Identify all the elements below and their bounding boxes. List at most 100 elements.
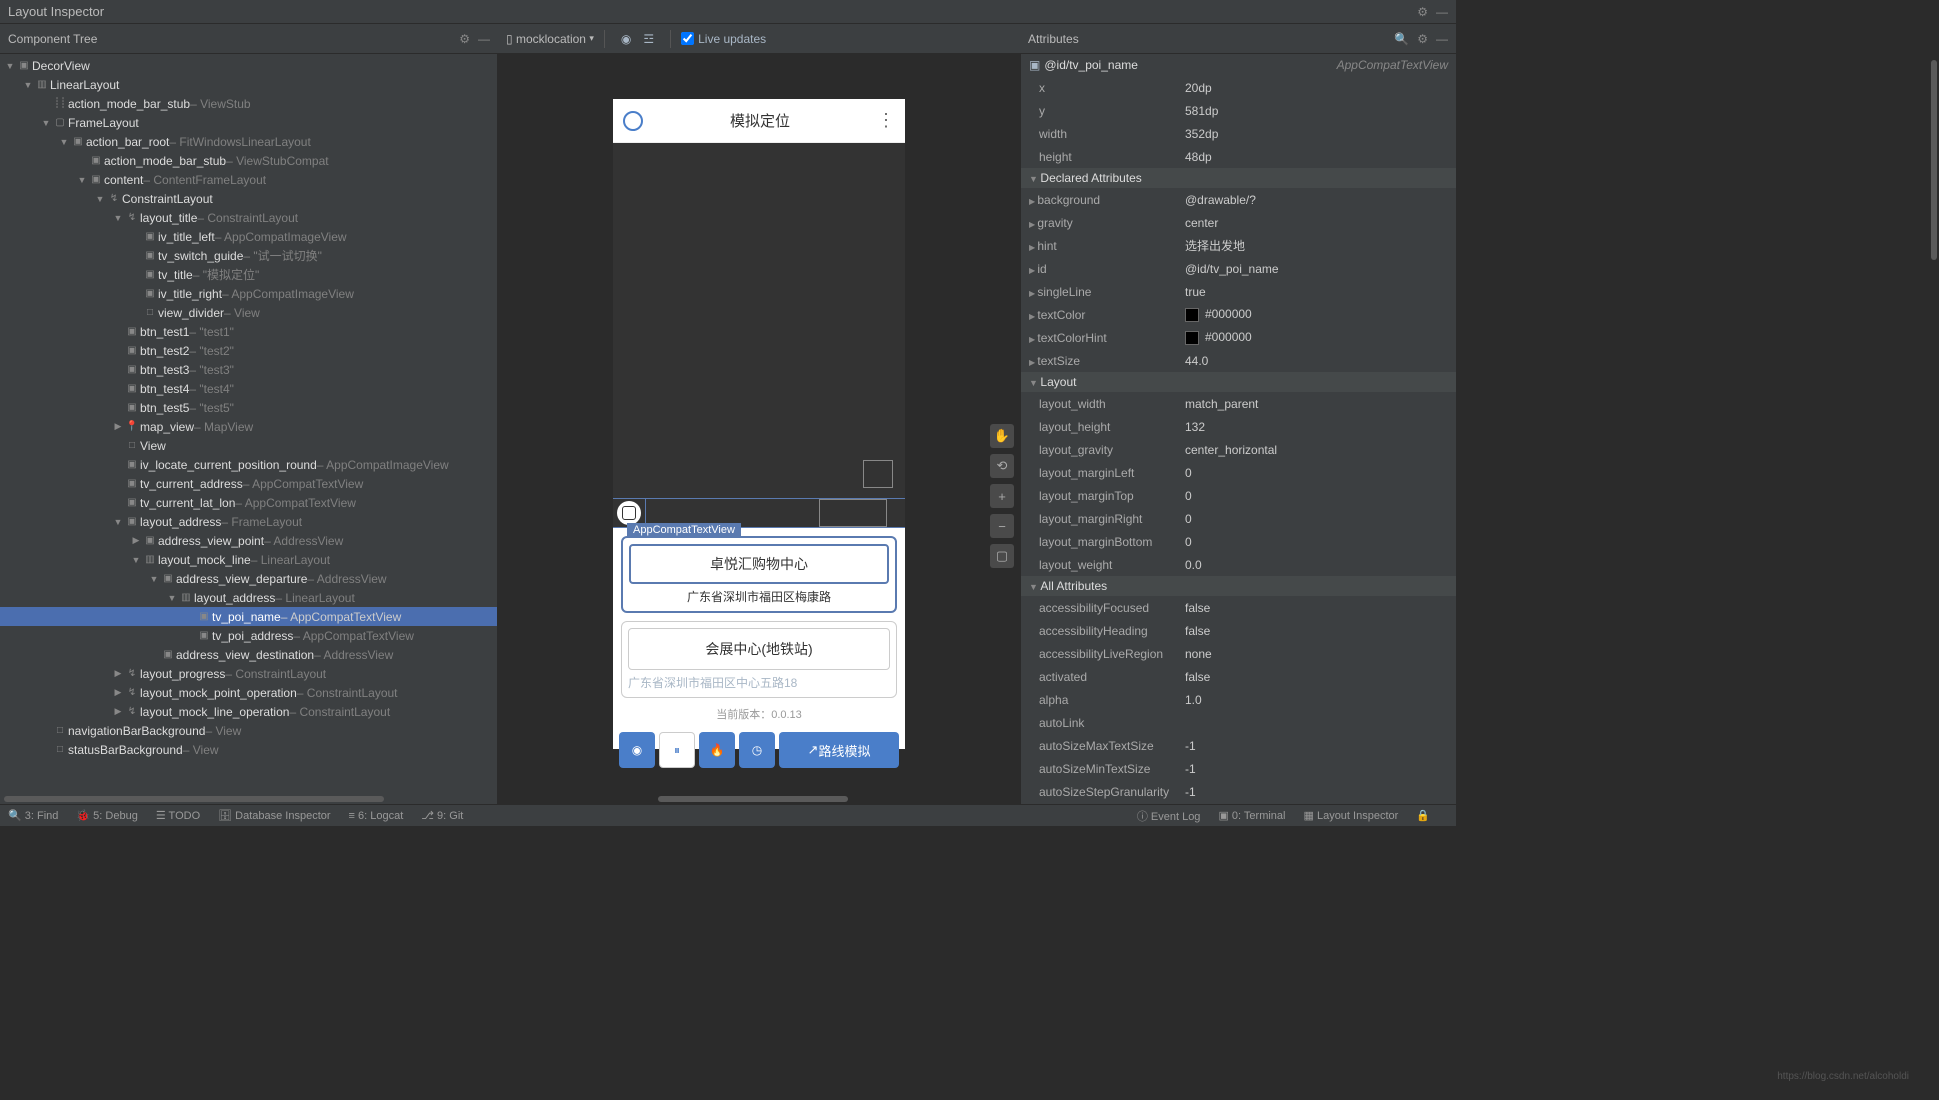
tree-row[interactable]: ▼↯ConstraintLayout [0,189,497,208]
tree-row[interactable]: □view_divider – View [0,303,497,322]
tree-row[interactable]: ▣action_mode_bar_stub – ViewStubCompat [0,151,497,170]
attribute-row[interactable]: layout_marginRight0 [1021,507,1456,530]
tree-row[interactable]: ▣btn_test5 – "test5" [0,398,497,417]
gear-icon[interactable]: ⚙ [1417,5,1428,19]
layout-inspector-tab[interactable]: ▦ Layout Inspector [1304,809,1399,822]
tree-row[interactable]: ▼▢FrameLayout [0,113,497,132]
attribute-row[interactable]: layout_widthmatch_parent [1021,392,1456,415]
attribute-row[interactable]: alpha1.0 [1021,688,1456,711]
attribute-row[interactable]: gravitycenter [1021,211,1456,234]
tree-row[interactable]: ▼▣content – ContentFrameLayout [0,170,497,189]
logcat-tab[interactable]: ≡ 6: Logcat [349,810,404,822]
event-log-tab[interactable]: ⓘ Event Log [1137,808,1201,824]
tree-row[interactable]: ▣tv_switch_guide – "试一试切换" [0,246,497,265]
attribute-row[interactable]: autoSizeMinTextSize-1 [1021,757,1456,780]
eye-icon[interactable]: ◉ [621,32,631,46]
attribute-row[interactable]: activatedfalse [1021,665,1456,688]
tree-row[interactable]: ┊┊action_mode_bar_stub – ViewStub [0,94,497,113]
horizontal-scrollbar[interactable] [0,794,497,804]
minimize-icon[interactable]: — [1436,32,1448,46]
lock-icon[interactable]: 🔒 [1416,809,1430,822]
attribute-row[interactable]: textColor#000000 [1021,303,1456,326]
attribute-row[interactable]: autoSizeStepGranularity-1 [1021,780,1456,803]
tree-row[interactable]: ▣btn_test2 – "test2" [0,341,497,360]
horizontal-scrollbar[interactable] [498,794,1020,804]
tree-row[interactable]: ▼▥layout_address – LinearLayout [0,588,497,607]
zoom-out-icon[interactable]: − [990,514,1014,538]
attribute-row[interactable]: autoSizeMaxTextSize-1 [1021,734,1456,757]
tree-row[interactable]: ▣iv_title_left – AppCompatImageView [0,227,497,246]
find-tab[interactable]: 🔍 3: Find [8,809,58,822]
attribute-row[interactable]: singleLinetrue [1021,280,1456,303]
tree-row[interactable]: ▼▣DecorView [0,56,497,75]
search-icon[interactable]: 🔍 [1394,32,1409,46]
attribute-section[interactable]: Declared Attributes [1021,168,1456,188]
tree-row[interactable]: ▣tv_current_lat_lon – AppCompatTextView [0,493,497,512]
tree-row[interactable]: ▶📍map_view – MapView [0,417,497,436]
attribute-row[interactable]: layout_height132 [1021,415,1456,438]
tree-row[interactable]: ▣tv_poi_address – AppCompatTextView [0,626,497,645]
terminal-tab[interactable]: ▣ 0: Terminal [1218,809,1285,822]
pan-icon[interactable]: ✋ [990,424,1014,448]
tree-row[interactable]: ▣btn_test4 – "test4" [0,379,497,398]
tree-row[interactable]: ▣btn_test3 – "test3" [0,360,497,379]
tree-row[interactable]: ▣iv_title_right – AppCompatImageView [0,284,497,303]
attribute-row[interactable]: layout_weight0.0 [1021,553,1456,576]
tree-row[interactable]: ▶▣address_view_point – AddressView [0,531,497,550]
zoom-in-icon[interactable]: + [990,484,1014,508]
tree-row[interactable]: ▶↯layout_mock_point_operation – Constrai… [0,683,497,702]
attribute-row[interactable]: autoLink [1021,711,1456,734]
gear-icon[interactable]: ⚙ [1417,32,1428,46]
debug-tab[interactable]: 🐞 5: Debug [76,809,137,822]
tree-row[interactable]: ▣btn_test1 – "test1" [0,322,497,341]
attribute-row[interactable]: x20dp [1021,76,1456,99]
tree-row[interactable]: ▣address_view_destination – AddressView [0,645,497,664]
attribute-row[interactable]: accessibilityLiveRegionnone [1021,642,1456,665]
gear-icon[interactable]: ⚙ [459,32,470,46]
fit-icon[interactable]: ▢ [990,544,1014,568]
reset-zoom-icon[interactable]: ⟲ [990,454,1014,478]
attribute-row[interactable]: hint选择出发地 [1021,234,1456,257]
db-inspector-tab[interactable]: 🗄 Database Inspector [218,809,330,822]
attribute-row[interactable]: width352dp [1021,122,1456,145]
attribute-row[interactable]: textColorHint#000000 [1021,326,1456,349]
attribute-row[interactable]: id@id/tv_poi_name [1021,257,1456,280]
attribute-row[interactable]: layout_marginTop0 [1021,484,1456,507]
live-updates-checkbox[interactable]: Live updates [681,32,766,46]
attribute-row[interactable]: textSize44.0 [1021,349,1456,372]
attribute-row[interactable]: accessibilityFocusedfalse [1021,596,1456,619]
tree-row[interactable]: ▼▣action_bar_root – FitWindowsLinearLayo… [0,132,497,151]
tree-row[interactable]: ▣tv_title – "模拟定位" [0,265,497,284]
tree-row[interactable]: ▼▥layout_mock_line – LinearLayout [0,550,497,569]
preview-area[interactable]: 模拟定位 ⋮ AppCompatTextView 卓悦汇购物中心 [498,54,1020,794]
attribute-row[interactable]: layout_gravitycenter_horizontal [1021,438,1456,461]
attribute-row[interactable]: height48dp [1021,145,1456,168]
tree-row[interactable]: ▼↯layout_title – ConstraintLayout [0,208,497,227]
tree-row[interactable]: □statusBarBackground – View [0,740,497,759]
attribute-section[interactable]: All Attributes [1021,576,1456,596]
attribute-row[interactable]: accessibilityHeadingfalse [1021,619,1456,642]
tree-row[interactable]: □navigationBarBackground – View [0,721,497,740]
component-tree[interactable]: ▼▣DecorView▼▥LinearLayout┊┊action_mode_b… [0,54,497,794]
todo-tab[interactable]: ☰ TODO [156,809,200,822]
minimize-icon[interactable]: — [478,32,490,46]
tree-row[interactable]: □View [0,436,497,455]
attribute-section[interactable]: Layout [1021,372,1456,392]
attribute-row[interactable]: y581dp [1021,99,1456,122]
tree-row[interactable]: ▣tv_current_address – AppCompatTextView [0,474,497,493]
tree-row[interactable]: ▶↯layout_progress – ConstraintLayout [0,664,497,683]
tree-row[interactable]: ▣iv_locate_current_position_round – AppC… [0,455,497,474]
attribute-row[interactable]: background@drawable/? [1021,188,1456,211]
attribute-row[interactable]: layout_marginBottom0 [1021,530,1456,553]
minimize-icon[interactable]: — [1436,5,1448,19]
tree-row[interactable]: ▣tv_poi_name – AppCompatTextView [0,607,497,626]
tree-row[interactable]: ▼▣address_view_departure – AddressView [0,569,497,588]
attributes-list[interactable]: x20dpy581dpwidth352dpheight48dpDeclared … [1021,76,1456,804]
layers-icon[interactable]: ☲ [643,32,654,46]
tree-row[interactable]: ▼▥LinearLayout [0,75,497,94]
device-selector[interactable]: ▯ mocklocation ▾ [506,32,594,46]
attribute-row[interactable]: layout_marginLeft0 [1021,461,1456,484]
tree-row[interactable]: ▼▣layout_address – FrameLayout [0,512,497,531]
git-tab[interactable]: ⎇ 9: Git [421,809,463,822]
tree-row[interactable]: ▶↯layout_mock_line_operation – Constrain… [0,702,497,721]
